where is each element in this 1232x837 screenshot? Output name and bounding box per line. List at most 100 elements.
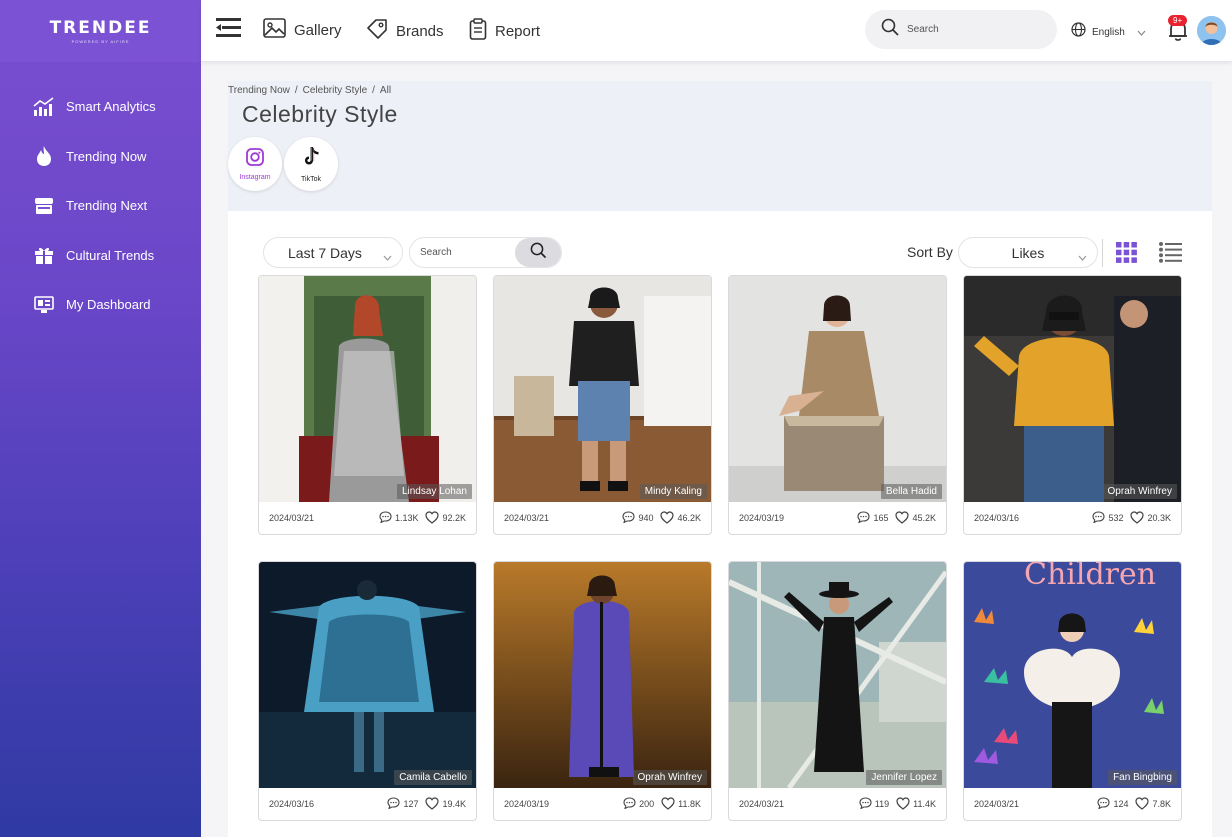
post-image[interactable]: Mindy Kaling bbox=[494, 276, 711, 502]
post-image[interactable]: Lindsay Lohan bbox=[259, 276, 476, 502]
post-date: 2024/03/19 bbox=[739, 513, 785, 523]
comment-icon bbox=[387, 797, 400, 811]
post-meta: 2024/03/16 532 20.3K bbox=[964, 502, 1181, 534]
post-image[interactable]: Jennifer Lopez bbox=[729, 562, 946, 788]
comment-count: 124 bbox=[1113, 799, 1129, 809]
sidebar-item-label: My Dashboard bbox=[66, 297, 151, 313]
post-card[interactable]: Bella Hadid 2024/03/19 165 45.2K bbox=[728, 275, 947, 535]
heart-icon bbox=[425, 796, 440, 812]
comment-count: 1.13K bbox=[394, 513, 419, 523]
likes-stat: 19.4K bbox=[422, 796, 466, 812]
post-meta: 2024/03/19 165 45.2K bbox=[729, 502, 946, 534]
tab-label: Brands bbox=[396, 23, 444, 40]
heart-icon bbox=[660, 510, 675, 526]
language-selector[interactable]: English bbox=[1071, 22, 1146, 42]
like-count: 46.2K bbox=[677, 513, 701, 523]
comments-stat: 127 bbox=[384, 797, 418, 811]
page-header: Trending Now / Celebrity Style / All Cel… bbox=[228, 81, 1212, 211]
like-count: 45.2K bbox=[912, 513, 936, 523]
menu-toggle-icon[interactable] bbox=[216, 16, 242, 40]
breadcrumb-trending-now[interactable]: Trending Now bbox=[228, 85, 290, 96]
globe-icon bbox=[1071, 22, 1086, 42]
divider bbox=[1102, 239, 1103, 267]
post-card[interactable]: Oprah Winfrey 2024/03/19 200 11.8K bbox=[493, 561, 712, 821]
logo[interactable]: TRENDEE POWERED BY AIFIRE bbox=[0, 0, 201, 62]
search-icon bbox=[530, 242, 547, 264]
grid-view-icon[interactable] bbox=[1116, 242, 1137, 268]
post-date: 2024/03/21 bbox=[269, 513, 315, 523]
sidebar-item-my-dashboard[interactable]: My Dashboard bbox=[0, 280, 201, 330]
comment-count: 127 bbox=[403, 799, 419, 809]
tag-icon bbox=[366, 18, 388, 45]
sort-dropdown[interactable]: Likes bbox=[958, 237, 1098, 268]
platform-label: TikTok bbox=[301, 175, 321, 183]
post-card[interactable]: Jennifer Lopez 2024/03/21 119 11.4K bbox=[728, 561, 947, 821]
platform-instagram[interactable]: Instagram bbox=[228, 137, 282, 191]
global-search-input[interactable] bbox=[907, 24, 1037, 35]
gallery-panel: Last 7 Days Sort By Likes bbox=[228, 211, 1212, 837]
celebrity-name: Bella Hadid bbox=[880, 484, 942, 499]
sidebar-item-smart-analytics[interactable]: Smart Analytics bbox=[0, 82, 201, 132]
comments-stat: 124 bbox=[1094, 797, 1128, 811]
post-image[interactable]: Children Fan Bingbing bbox=[964, 562, 1181, 788]
breadcrumb-current: All bbox=[379, 85, 392, 96]
post-meta: 2024/03/21 119 11.4K bbox=[729, 788, 946, 820]
platform-tiktok[interactable]: TikTok bbox=[284, 137, 338, 191]
post-card[interactable]: Children Fan Bingbing 2024/03/21 124 7.8… bbox=[963, 561, 1182, 821]
comment-icon bbox=[1092, 511, 1105, 525]
post-card[interactable]: Camila Cabello 2024/03/16 127 19.4K bbox=[258, 561, 477, 821]
post-meta: 2024/03/21 940 46.2K bbox=[494, 502, 711, 534]
sort-by-label: Sort By bbox=[907, 244, 953, 260]
celebrity-name: Lindsay Lohan bbox=[396, 484, 472, 499]
sidebar-item-cultural-trends[interactable]: Cultural Trends bbox=[0, 231, 201, 281]
list-view-icon[interactable] bbox=[1159, 242, 1182, 268]
comment-icon bbox=[622, 511, 635, 525]
breadcrumb-celebrity-style[interactable]: Celebrity Style bbox=[303, 85, 367, 96]
likes-stat: 7.8K bbox=[1132, 796, 1171, 812]
post-image[interactable]: Camila Cabello bbox=[259, 562, 476, 788]
search-icon bbox=[881, 18, 899, 41]
gallery-search-button[interactable] bbox=[515, 238, 561, 267]
top-bar: Gallery Brands Report English 9+ bbox=[201, 0, 1232, 62]
sidebar-item-trending-next[interactable]: Trending Next bbox=[0, 181, 201, 231]
post-date: 2024/03/21 bbox=[974, 799, 1020, 809]
global-search[interactable] bbox=[865, 10, 1057, 49]
comment-icon bbox=[857, 511, 870, 525]
gift-icon bbox=[33, 244, 55, 266]
avatar[interactable] bbox=[1197, 16, 1226, 45]
chevron-down-icon bbox=[383, 248, 392, 266]
celebrity-name: Camila Cabello bbox=[394, 770, 472, 785]
sidebar: TRENDEE POWERED BY AIFIRE Smart Analytic… bbox=[0, 0, 201, 837]
gallery-search[interactable] bbox=[409, 237, 562, 268]
tab-brands[interactable]: Brands bbox=[366, 18, 444, 45]
svg-text:Children: Children bbox=[1024, 562, 1156, 592]
post-image[interactable]: Oprah Winfrey bbox=[494, 562, 711, 788]
post-card[interactable]: Lindsay Lohan 2024/03/21 1.13K 92.2K bbox=[258, 275, 477, 535]
celebrity-name: Oprah Winfrey bbox=[632, 770, 707, 785]
sidebar-nav: Smart Analytics Trending Now Trending Ne… bbox=[0, 82, 201, 330]
post-date: 2024/03/21 bbox=[739, 799, 785, 809]
time-range-dropdown[interactable]: Last 7 Days bbox=[263, 237, 403, 268]
comments-stat: 1.13K bbox=[376, 511, 419, 525]
tab-gallery[interactable]: Gallery bbox=[263, 18, 342, 43]
store-icon bbox=[33, 195, 55, 217]
sidebar-item-label: Smart Analytics bbox=[66, 99, 156, 115]
comments-stat: 200 bbox=[620, 797, 654, 811]
comment-icon bbox=[379, 511, 392, 525]
sidebar-item-trending-now[interactable]: Trending Now bbox=[0, 132, 201, 182]
tab-report[interactable]: Report bbox=[469, 18, 540, 45]
comments-stat: 165 bbox=[854, 511, 888, 525]
comment-count: 119 bbox=[874, 799, 890, 809]
gallery-search-input[interactable] bbox=[410, 247, 516, 258]
post-meta: 2024/03/21 1.13K 92.2K bbox=[259, 502, 476, 534]
celebrity-name: Mindy Kaling bbox=[639, 484, 707, 499]
post-image[interactable]: Oprah Winfrey bbox=[964, 276, 1181, 502]
comments-stat: 940 bbox=[619, 511, 653, 525]
breadcrumb: Trending Now / Celebrity Style / All bbox=[228, 85, 396, 96]
comment-count: 200 bbox=[639, 799, 655, 809]
post-image[interactable]: Bella Hadid bbox=[729, 276, 946, 502]
chevron-down-icon bbox=[1078, 248, 1087, 266]
post-card[interactable]: Oprah Winfrey 2024/03/16 532 20.3K bbox=[963, 275, 1182, 535]
likes-stat: 92.2K bbox=[422, 510, 466, 526]
post-card[interactable]: Mindy Kaling 2024/03/21 940 46.2K bbox=[493, 275, 712, 535]
